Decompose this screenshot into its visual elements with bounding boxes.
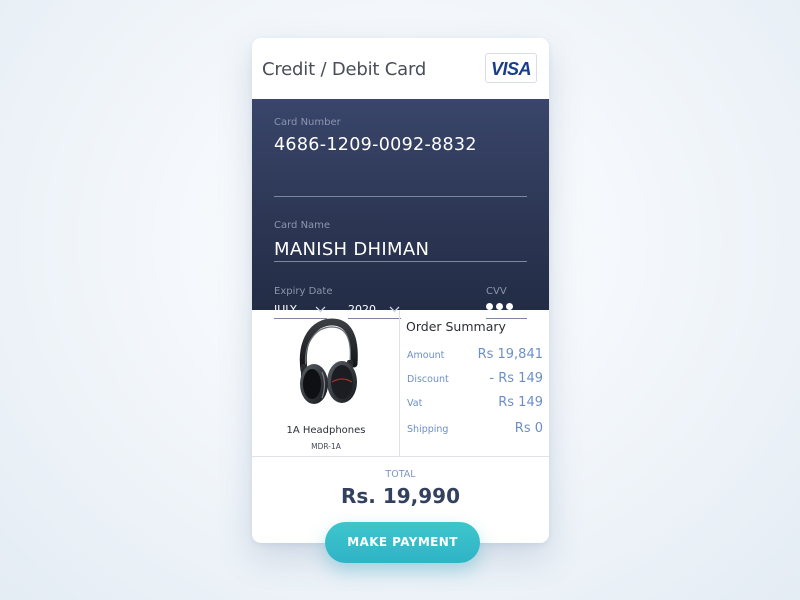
make-payment-button[interactable]: MAKE PAYMENT [325,522,480,563]
cvv-dot [496,303,503,310]
card-name-label: Card Name [274,220,331,231]
order-summary-title: Order Summary [406,319,506,334]
product-panel: 1A Headphones MDR-1A [252,310,400,456]
total-value: Rs. 19,990 [340,484,461,508]
summary-shipping-value: Rs 0 [514,421,543,436]
summary-vat-value: Rs 149 [498,395,543,410]
summary-amount-value: Rs 19,841 [477,347,543,362]
summary-discount-label: Discount [407,374,449,385]
cvv-masked-dots [486,303,513,310]
visa-logo-text: VISA [490,59,532,79]
summary-shipping-label: Shipping [407,424,449,435]
card-name-underline [274,261,527,262]
order-summary: Order Summary Amount Rs 19,841 Discount … [400,310,549,456]
card-number-label: Card Number [274,117,341,128]
card-details-form: Card Number 4686-1209-0092-8832 Card Nam… [252,99,549,319]
expiry-date-label: Expiry Date [274,286,333,297]
cvv-dot [486,303,493,310]
cvv-dot [506,303,513,310]
summary-discount-value: - Rs 149 [489,371,543,386]
headphones-icon [299,318,358,404]
page-title: Credit / Debit Card [262,59,427,80]
product-name: 1A Headphones [286,425,366,436]
card-number-underline [274,196,527,197]
card-name-field[interactable]: MANISH DHIMAN [274,239,429,260]
payment-card: Credit / Debit Card VISA Card Number 468… [252,38,549,543]
visa-logo: VISA [485,53,537,83]
cvv-label: CVV [486,286,507,297]
product-model: MDR-1A [311,442,341,451]
card-header: Credit / Debit Card VISA [252,38,549,99]
total-divider [252,456,549,457]
summary-vat-label: Vat [407,398,423,409]
card-number-field[interactable]: 4686-1209-0092-8832 [274,135,477,155]
summary-amount-label: Amount [407,350,445,361]
total-label: TOTAL [385,469,416,480]
